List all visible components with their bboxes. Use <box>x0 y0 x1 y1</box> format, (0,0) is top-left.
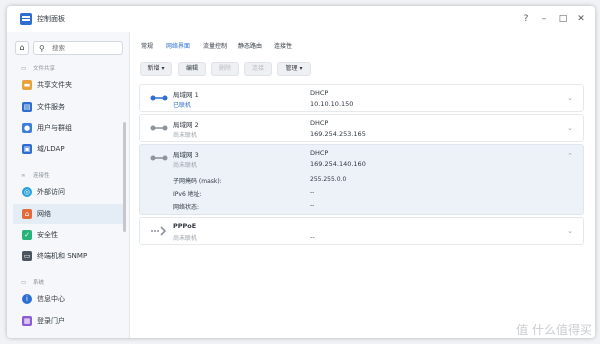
users-icon: ● <box>22 123 32 133</box>
security-icon: ✓ <box>22 230 32 240</box>
sidebar-item-label: 信息中心 <box>37 295 65 303</box>
section-connectivity: ∞ 连接性 <box>21 171 50 179</box>
home-icon: ⌂ <box>19 43 25 52</box>
section-file-sharing: ▭ 文件共享 <box>21 64 55 72</box>
main-panel: 常规 网络界面 流量控制 静态路由 连接性 新增 ▾ 编辑 删除 连接 管理 ▾… <box>131 32 595 338</box>
tab-connectivity[interactable]: 连接性 <box>274 41 292 50</box>
portal-icon: ▦ <box>22 316 32 326</box>
sidebar-item-network[interactable]: ⌂ 网络 <box>13 204 123 224</box>
help-button[interactable]: ? <box>519 12 533 26</box>
interface-mode: DHCP <box>310 119 329 127</box>
shared-folder-icon: ▬ <box>22 80 32 90</box>
sidebar-item-label: 共享文件夹 <box>37 81 72 89</box>
detail-value: -- <box>310 202 315 209</box>
interface-status: 尚未联机 <box>173 162 198 169</box>
expand-chevron-icon[interactable]: ⌄ <box>567 94 573 102</box>
sidebar-item-terminal-snmp[interactable]: ▭ 终端机和 SNMP <box>13 246 123 266</box>
sidebar-item-info-center[interactable]: i 信息中心 <box>13 289 123 309</box>
info-icon: i <box>22 294 32 304</box>
interface-name: 局域网 1 <box>173 91 199 99</box>
sidebar-item-security[interactable]: ✓ 安全性 <box>13 225 123 245</box>
sidebar-item-users[interactable]: ● 用户与群组 <box>13 118 123 138</box>
detail-label: 子网掩码 (mask): <box>173 178 222 185</box>
interface-status: 尚未联机 <box>173 235 198 242</box>
interface-status: 已联机 <box>173 102 192 109</box>
detail-label: 网络状态: <box>173 204 200 211</box>
search-icon: ⚲ <box>39 44 45 53</box>
tab-traffic-control[interactable]: 流量控制 <box>203 41 227 50</box>
interface-ip: 10.10.10.150 <box>310 100 354 108</box>
link-icon: ∞ <box>21 173 26 179</box>
minimize-button[interactable]: – <box>537 12 551 26</box>
search-box[interactable]: ⚲ <box>33 41 123 55</box>
tab-network-interface[interactable]: 网络界面 <box>166 41 190 50</box>
tab-static-route[interactable]: 静态路由 <box>238 41 262 50</box>
interface-name: 局域网 3 <box>173 151 199 159</box>
interface-mode: DHCP <box>310 89 329 97</box>
sidebar-item-label: 域/LDAP <box>37 145 65 153</box>
interface-row-pppoe[interactable]: PPPoE 尚未联机 -- ⌄ <box>139 217 584 245</box>
lan-connected-icon <box>150 95 168 101</box>
sidebar-item-label: 文件服务 <box>37 103 65 111</box>
manage-button[interactable]: 管理 ▾ <box>277 62 311 76</box>
lan-disconnected-icon <box>150 155 168 161</box>
interface-mode: DHCP <box>310 149 329 157</box>
window-title: 控制面板 <box>37 15 65 23</box>
network-icon: ⌂ <box>22 209 32 219</box>
sidebar-item-label: 网络 <box>37 210 51 218</box>
sidebar-item-file-service[interactable]: ▤ 文件服务 <box>13 97 123 117</box>
terminal-icon: ▭ <box>22 251 32 261</box>
interface-name: PPPoE <box>173 222 197 230</box>
title-bar: 控制面板 ? – □ ✕ <box>7 6 595 32</box>
sidebar-item-login-portal[interactable]: ▦ 登录门户 <box>13 311 123 331</box>
control-panel-icon <box>20 13 32 25</box>
interface-ip: 169.254.140.160 <box>310 160 366 168</box>
interface-status: 尚未联机 <box>173 132 198 139</box>
sidebar-item-ldap[interactable]: ▣ 域/LDAP <box>13 139 123 159</box>
sidebar-item-label: 用户与群组 <box>37 124 72 132</box>
add-button[interactable]: 新增 ▾ <box>140 62 172 76</box>
sidebar-scrollbar[interactable] <box>123 122 126 232</box>
sidebar-item-external-access[interactable]: ◎ 外部访问 <box>13 182 123 202</box>
file-service-icon: ▤ <box>22 102 32 112</box>
section-label: 文件共享 <box>33 66 56 72</box>
lan-disconnected-icon <box>150 125 168 131</box>
expand-chevron-icon[interactable]: ⌄ <box>567 124 573 132</box>
sidebar-item-label: 外部访问 <box>37 188 65 196</box>
collapse-chevron-icon[interactable]: ⌃ <box>567 152 573 160</box>
connect-button[interactable]: 连接 <box>244 62 272 76</box>
detail-value: 255.255.0.0 <box>310 176 347 183</box>
interface-name: 局域网 2 <box>173 121 199 129</box>
sidebar-item-label: 终端机和 SNMP <box>37 252 88 260</box>
sidebar: ⌂ ⚲ ▭ 文件共享 ▬ 共享文件夹 ▤ 文件服务 ● 用户与群组 ▣ 域/LDAP ∞ 连… <box>7 32 130 338</box>
interface-row-lan1[interactable]: 局域网 1 已联机 DHCP 10.10.10.150 ⌄ <box>139 84 584 112</box>
delete-button[interactable]: 删除 <box>211 62 239 76</box>
sidebar-item-shared-folder[interactable]: ▬ 共享文件夹 <box>13 75 123 95</box>
interface-ip: -- <box>310 233 315 241</box>
detail-label: IPv6 地址: <box>173 191 202 198</box>
expand-chevron-icon[interactable]: ⌄ <box>567 227 573 235</box>
ldap-icon: ▣ <box>22 144 32 154</box>
system-icon: ▭ <box>21 280 27 286</box>
section-label: 连接性 <box>33 173 50 179</box>
interface-row-lan2[interactable]: 局域网 2 尚未联机 DHCP 169.254.253.165 ⌄ <box>139 114 584 142</box>
section-label: 系统 <box>33 280 45 286</box>
sidebar-item-label: 安全性 <box>37 231 58 239</box>
interface-row-lan3[interactable]: 局域网 3 尚未联机 DHCP 169.254.140.160 ⌃ 子网掩码 (… <box>139 144 584 215</box>
external-access-icon: ◎ <box>22 187 32 197</box>
detail-value: -- <box>310 189 315 196</box>
interface-ip: 169.254.253.165 <box>310 130 366 138</box>
tab-general[interactable]: 常规 <box>141 41 153 50</box>
close-button[interactable]: ✕ <box>574 12 588 26</box>
maximize-button[interactable]: □ <box>556 12 570 26</box>
pppoe-icon <box>151 226 167 236</box>
sidebar-item-label: 登录门户 <box>37 317 65 325</box>
folder-icon: ▭ <box>21 66 27 72</box>
control-panel-window: 控制面板 ? – □ ✕ ⌂ ⚲ ▭ 文件共享 ▬ 共享文件夹 ▤ 文件服务 ● 用户与… <box>7 6 595 338</box>
search-input[interactable] <box>52 43 120 53</box>
home-button[interactable]: ⌂ <box>15 41 29 55</box>
watermark: 值 什么值得买 <box>516 323 592 337</box>
section-system: ▭ 系统 <box>21 278 44 286</box>
edit-button[interactable]: 编辑 <box>178 62 206 76</box>
